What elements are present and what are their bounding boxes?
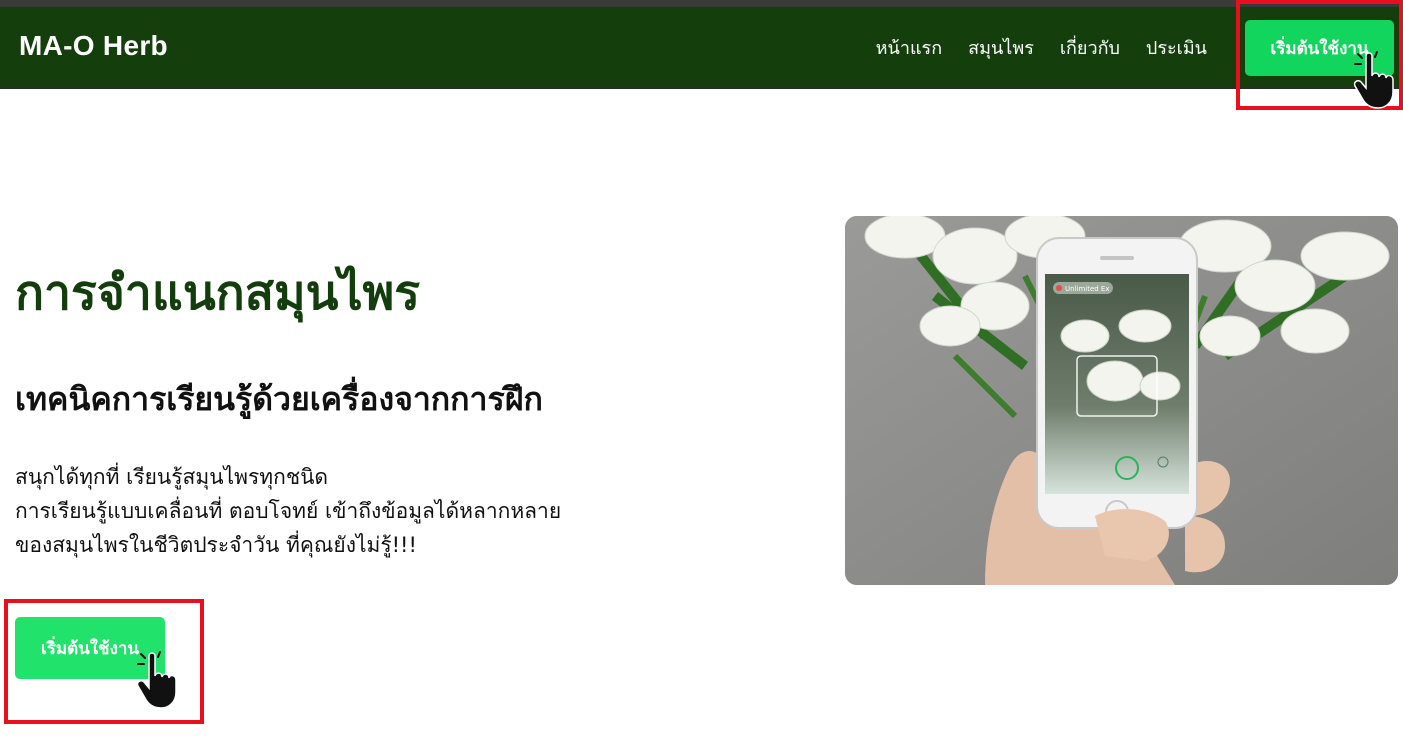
hero-description: สนุกได้ทุกที่ เรียนรู้สมุนไพรทุกชนิด การ…	[15, 460, 635, 562]
phone-banner: Unlimited Ex	[1065, 285, 1110, 293]
smartphone: Unlimited Ex	[1036, 237, 1198, 529]
description-line: สนุกได้ทุกที่ เรียนรู้สมุนไพรทุกชนิด	[15, 465, 329, 489]
phone-flowers-photo: Unlimited Ex	[845, 216, 1398, 585]
navbar: MA-O Herb หน้าแรก สมุนไพร เกี่ยวกับ ประเ…	[0, 7, 1403, 89]
nav-link-about[interactable]: เกี่ยวกับ	[1060, 33, 1120, 62]
hero-subtitle: เทคนิคการเรียนรู้ด้วยเครื่องจากการฝึก	[15, 380, 543, 418]
brand-logo[interactable]: MA-O Herb	[19, 30, 168, 62]
navbar-get-started-button[interactable]: เริ่มต้นใช้งาน	[1245, 20, 1394, 76]
hero-title: การจำแนกสมุนไพร	[15, 265, 420, 321]
nav-link-herbs[interactable]: สมุนไพร	[968, 33, 1034, 62]
nav-link-home[interactable]: หน้าแรก	[876, 33, 942, 62]
top-strip	[0, 0, 1403, 7]
hero-get-started-button[interactable]: เริ่มต้นใช้งาน	[15, 617, 165, 679]
nav-link-assessment[interactable]: ประเมิน	[1146, 33, 1207, 62]
description-line: การเรียนรู้แบบเคลื่อนที่ ตอบโจทย์ เข้าถึ…	[15, 499, 562, 523]
nav-links: หน้าแรก สมุนไพร เกี่ยวกับ ประเมิน	[876, 33, 1207, 62]
description-line: ของสมุนไพรในชีวิตประจำวัน ที่คุณยังไม่รู…	[15, 533, 417, 557]
hero-image: Unlimited Ex	[845, 216, 1398, 585]
